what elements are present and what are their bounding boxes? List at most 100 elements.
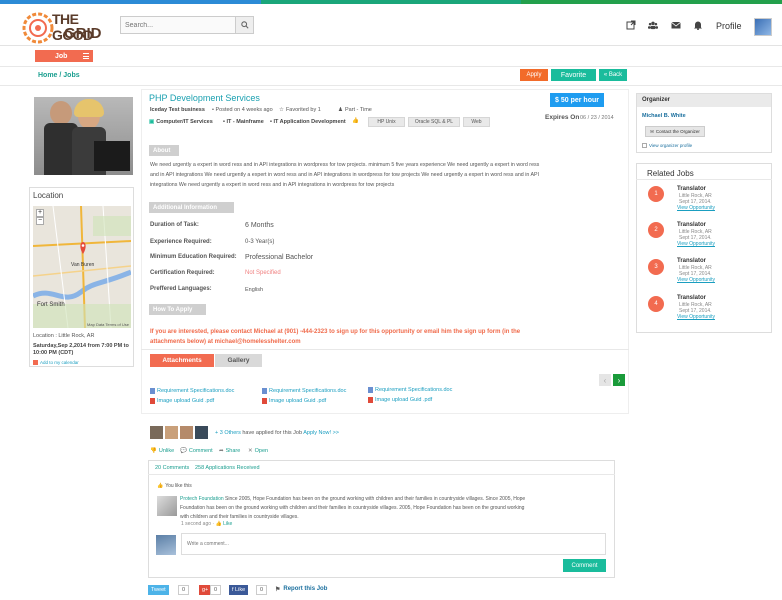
attachment-item[interactable]: Requirement Specifications.doc: [262, 388, 346, 394]
category-info: ▣ Computer/IT Services: [149, 119, 213, 125]
like-link[interactable]: 👍 Like: [215, 521, 232, 527]
comment-button[interactable]: 💬 Comment: [180, 448, 213, 454]
facebook-like-button[interactable]: f Like: [229, 585, 249, 595]
envelope-icon[interactable]: [671, 20, 681, 30]
applications-count-link[interactable]: 258 Applications Received: [195, 465, 260, 471]
divider: [0, 66, 782, 67]
comment-submit-button[interactable]: Comment: [563, 559, 606, 572]
map-zoom-out[interactable]: −: [36, 217, 44, 225]
avatar[interactable]: [195, 426, 208, 439]
favorite-button[interactable]: Favorite: [551, 69, 596, 81]
job-menu-label: Job: [55, 52, 68, 60]
attachment-item[interactable]: Image upload Guid .pdf: [262, 398, 326, 404]
subcategory-1[interactable]: • IT - Mainframe: [223, 119, 264, 125]
related-job-title[interactable]: Translator: [677, 258, 706, 264]
comment-author[interactable]: Protech Foundation: [180, 496, 224, 502]
unlike-button[interactable]: 👎 Unlike: [150, 448, 174, 454]
related-job-title[interactable]: Translator: [677, 222, 706, 228]
open-button[interactable]: ✕ Open: [248, 448, 268, 454]
users-icon[interactable]: [648, 20, 658, 30]
view-opportunity-link[interactable]: View Opportunity: [677, 314, 715, 320]
commenter-avatar[interactable]: [157, 496, 177, 516]
category-text[interactable]: Computer/IT Services: [156, 119, 213, 125]
bell-icon[interactable]: [693, 20, 703, 30]
flag-icon: ⚑: [275, 587, 281, 593]
view-opportunity-link[interactable]: View Opportunity: [677, 205, 715, 211]
related-job-title[interactable]: Translator: [677, 186, 706, 192]
certification-label: Certification Required:: [150, 270, 215, 276]
related-job-number: 4: [648, 296, 664, 312]
breadcrumb[interactable]: Home / Jobs: [38, 72, 80, 79]
like-label: Like: [223, 521, 233, 527]
applicant-avatars: [150, 426, 208, 439]
expires-label: Expires On: [545, 114, 580, 121]
next-arrow-button[interactable]: ›: [613, 374, 625, 386]
search-button[interactable]: [235, 17, 253, 33]
view-organizer-link[interactable]: View organizer profile: [642, 143, 692, 148]
apply-now-link[interactable]: Apply Now! >>: [303, 430, 339, 436]
subcategory-1-text: IT - Mainframe: [226, 119, 264, 125]
tab-gallery[interactable]: Gallery: [215, 354, 262, 367]
doc-file-icon: [150, 388, 155, 394]
related-job-title[interactable]: Translator: [677, 295, 706, 301]
apply-button[interactable]: Apply: [520, 69, 548, 81]
attachment-item[interactable]: Requirement Specifications.doc: [150, 388, 234, 394]
how-to-apply-text: If you are interested, please contact Mi…: [150, 329, 521, 345]
comments-count-link[interactable]: 20 Comments: [155, 465, 189, 471]
job-type-text: Part - Time: [344, 107, 372, 113]
tab-attachments[interactable]: Attachments: [150, 354, 214, 367]
map-zoom-in[interactable]: +: [36, 209, 44, 217]
external-link-icon[interactable]: [626, 20, 636, 30]
share-label: Share: [225, 448, 241, 454]
skill-tag[interactable]: HP Unix: [368, 117, 405, 127]
avatar[interactable]: [180, 426, 193, 439]
duration-value: 6 Months: [245, 222, 274, 229]
attachment-item[interactable]: Image upload Guid .pdf: [150, 398, 214, 404]
education-label: Minimum Education Required:: [150, 254, 237, 260]
checkbox-icon: [642, 143, 647, 148]
skill-tag[interactable]: Oracle SQL & PL: [408, 117, 460, 127]
location-map[interactable]: + − Van Buren Fort Smith Map Data Terms …: [33, 206, 131, 328]
company-name[interactable]: Iceday Test business: [150, 107, 205, 113]
subcategory-2-text: IT Application Development: [273, 119, 346, 125]
pdf-file-icon: [262, 398, 267, 404]
add-to-calendar-link[interactable]: Add to my calendar: [33, 360, 79, 365]
posted-info: • Posted on 4 weeks ago: [212, 107, 273, 113]
avatar[interactable]: [150, 426, 163, 439]
others-link[interactable]: + 3 Others: [215, 430, 241, 436]
report-job-link[interactable]: ⚑ Report this Job: [275, 586, 327, 593]
avatar[interactable]: [165, 426, 178, 439]
contact-organizer-button[interactable]: ✉ Contact the Organizer: [645, 126, 705, 137]
pdf-file-icon: [150, 398, 155, 404]
google-plus-count: 0: [210, 585, 222, 595]
organizer-panel: Organizer Michael B. White ✉ Contact the …: [636, 93, 772, 153]
view-opportunity-link[interactable]: View Opportunity: [677, 241, 715, 247]
attachment-item[interactable]: Image upload Guid .pdf: [368, 397, 432, 403]
logo[interactable]: THE GOOD GRID: [20, 10, 110, 46]
attachment-item[interactable]: Requirement Specifications.doc: [368, 387, 452, 393]
avatar[interactable]: [754, 18, 772, 36]
profile-label[interactable]: Profile: [716, 21, 742, 31]
share-button[interactable]: ➦ Share: [219, 448, 240, 454]
search-box: [120, 16, 254, 34]
map-credit: Map Data Terms of Use: [87, 322, 129, 327]
prev-arrow-button[interactable]: ‹: [599, 374, 611, 386]
skill-tag[interactable]: Web: [463, 117, 490, 127]
tweet-button[interactable]: Tweet: [148, 585, 169, 595]
subcategory-2[interactable]: • IT Application Development: [270, 119, 346, 125]
my-avatar: [156, 535, 176, 555]
organizer-name[interactable]: Michael B. White: [642, 113, 686, 119]
comment-input[interactable]: [182, 534, 602, 554]
posted-text: Posted on 4 weeks ago: [215, 107, 273, 113]
comment-body: Since 2005, Hope Foundation has been on …: [180, 496, 526, 520]
view-opportunity-link[interactable]: View Opportunity: [677, 277, 715, 283]
unlike-label: Unlike: [158, 448, 175, 454]
search-input[interactable]: [121, 17, 233, 33]
job-title[interactable]: PHP Development Services: [149, 93, 260, 103]
organizer-heading-bar: Organizer: [637, 94, 771, 107]
job-menu-bar[interactable]: Job: [35, 50, 93, 62]
location-heading: Location: [33, 191, 64, 200]
back-button[interactable]: « Back: [599, 69, 627, 81]
doc-file-icon: [262, 388, 267, 394]
comment-label: Comment: [188, 448, 213, 454]
